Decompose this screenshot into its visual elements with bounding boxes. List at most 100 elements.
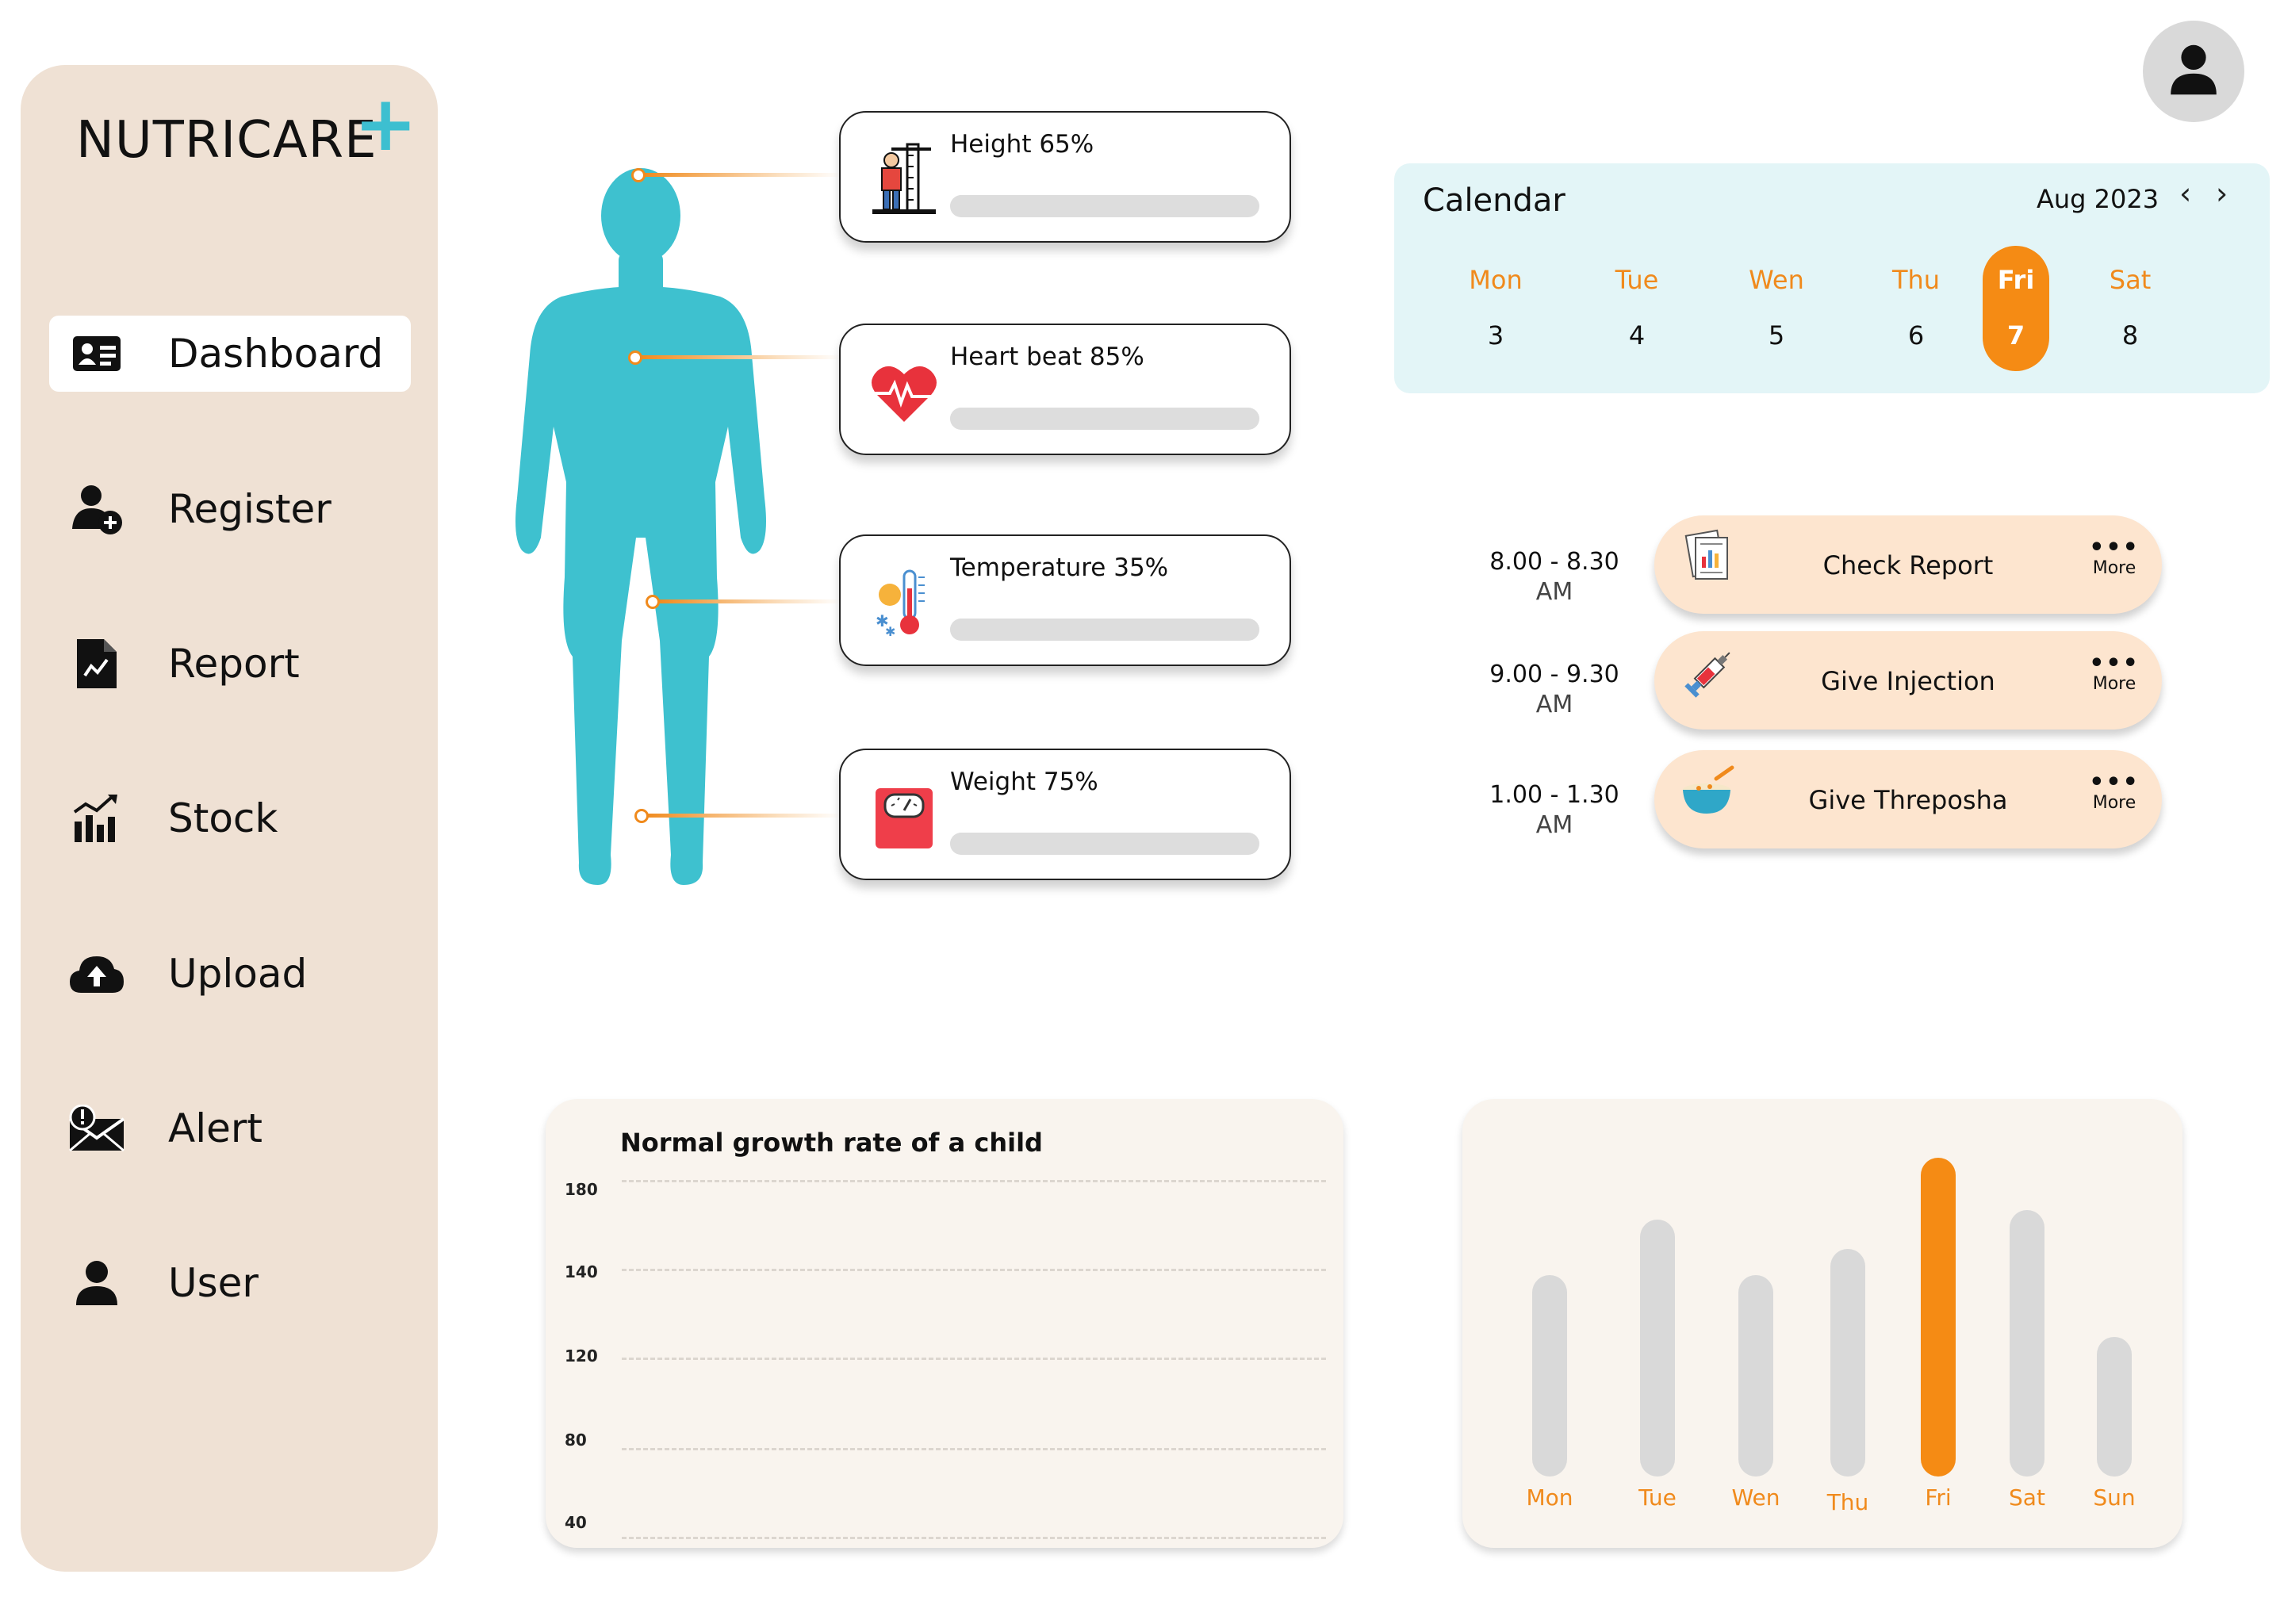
weighing-scale-icon [871,779,937,853]
sidebar-item-alert[interactable]: Alert [49,1090,411,1166]
logo-plus: + [354,79,419,168]
progress-fill [950,408,1213,430]
connector-weight [644,814,841,818]
sidebar-item-dashboard[interactable]: Dashboard [49,316,411,392]
profile-avatar[interactable] [2143,21,2244,122]
y-tick-label: 180 [565,1180,598,1199]
bar-label: Thu [1826,1489,1869,1515]
stat-label: Temperature 35% [950,553,1169,582]
alert-mail-icon [65,1097,128,1160]
add-user-icon [65,477,128,541]
stat-card-heartbeat[interactable]: Heart beat 85% [839,324,1291,455]
schedule-time: 8.00 - 8.30 AM [1475,547,1634,607]
id-card-icon [65,322,128,385]
heartbeat-icon [871,354,937,428]
sidebar-item-label: Report [168,641,300,687]
day-date: 3 [1487,320,1504,350]
chevron-left-icon[interactable]: ‹ [2179,176,2191,211]
bar-label: Mon [1526,1484,1573,1511]
sidebar-item-label: Register [168,486,331,532]
chart-title: Normal growth rate of a child [620,1128,1043,1158]
connector-height [642,173,841,177]
cloud-upload-icon [65,942,128,1005]
bar-mon [1532,1275,1567,1477]
more-button[interactable]: ••• More [2083,768,2146,814]
task-give-injection[interactable]: Give Injection ••• More [1654,631,2162,730]
day-name: Fri [1997,265,2035,295]
weekly-bar-chart: Mon Tue Wen Thu Fri Sat Sun [1462,1099,2182,1548]
y-tick-label: 40 [565,1513,587,1532]
time-period: AM [1535,811,1573,839]
chevron-right-icon[interactable]: › [2216,176,2228,211]
more-dots-icon: ••• [2089,768,2140,796]
bar-label: Fri [1925,1484,1952,1511]
day-date: 4 [1628,320,1646,350]
connector-dot [628,350,642,365]
time-period: AM [1535,578,1573,606]
progress-bar [950,195,1259,217]
sidebar-item-user[interactable]: User [49,1245,411,1321]
bar-wen [1738,1275,1773,1477]
stat-card-weight[interactable]: Weight 75% [839,749,1291,880]
report-file-icon [65,632,128,695]
calendar-widget: Calendar Aug 2023 ‹ › Mon 3 Tue 4 Wen 5 … [1394,163,2270,393]
calendar-month: Aug 2023 [2037,184,2159,214]
sidebar-item-label: Upload [168,951,308,997]
day-name: Mon [1469,265,1523,295]
sidebar-item-label: Alert [168,1105,263,1151]
day-date: 7 [2006,320,2025,350]
time-period: AM [1535,691,1573,718]
day-name: Thu [1891,265,1941,295]
stat-card-height[interactable]: Height 65% [839,111,1291,243]
connector-dot [631,168,646,182]
user-icon [65,1251,128,1315]
schedule-time: 1.00 - 1.30 AM [1475,780,1634,841]
progress-bar [950,619,1259,641]
bar-label: Sat [2009,1484,2045,1511]
stat-label: Weight 75% [950,768,1098,796]
more-button[interactable]: ••• More [2083,649,2146,695]
progress-fill [950,833,1182,855]
stock-chart-icon [65,787,128,850]
stat-card-temperature[interactable]: ✱ ✱ Temperature 35% [839,534,1291,666]
gridline [622,1358,1326,1360]
gridline [622,1180,1326,1182]
progress-bar [950,833,1259,855]
time-range: 1.00 - 1.30 [1489,781,1619,809]
gridline [622,1448,1326,1450]
height-measure-icon [871,141,937,216]
y-tick-label: 120 [565,1346,598,1365]
task-check-report[interactable]: Check Report ••• More [1654,515,2162,614]
gridline [622,1537,1326,1539]
sidebar-item-upload[interactable]: Upload [49,936,411,1012]
sidebar-item-stock[interactable]: Stock [49,780,411,856]
app-logo[interactable]: NUTRICARE + [76,79,417,170]
sidebar-item-label: Stock [168,795,278,841]
progress-fill [950,195,1152,217]
stat-label: Height 65% [950,130,1094,159]
body-figure [514,165,768,893]
day-name: Wen [1749,265,1804,295]
progress-bar [950,408,1259,430]
sidebar-item-report[interactable]: Report [49,626,411,702]
bar-label: Sun [2093,1484,2136,1511]
sidebar-item-label: User [168,1260,259,1306]
user-icon [2165,41,2222,102]
connector-dot [646,595,660,609]
svg-text:✱: ✱ [885,624,895,639]
bar-thu [1830,1249,1865,1477]
sidebar-item-register[interactable]: Register [49,471,411,547]
bar-label: Tue [1638,1484,1677,1511]
sidebar-item-label: Dashboard [168,331,384,377]
time-range: 8.00 - 8.30 [1489,548,1619,576]
day-date: 8 [2121,320,2139,350]
connector-heartbeat [639,355,841,359]
day-name: Sat [2109,265,2152,295]
more-button[interactable]: ••• More [2083,536,2146,579]
gridline [622,1269,1326,1271]
more-dots-icon: ••• [2089,649,2140,677]
connector-temperature [657,599,841,603]
schedule-time: 9.00 - 9.30 AM [1475,660,1634,720]
task-give-threposha[interactable]: Give Threposha ••• More [1654,750,2162,848]
day-date: 5 [1768,320,1785,350]
